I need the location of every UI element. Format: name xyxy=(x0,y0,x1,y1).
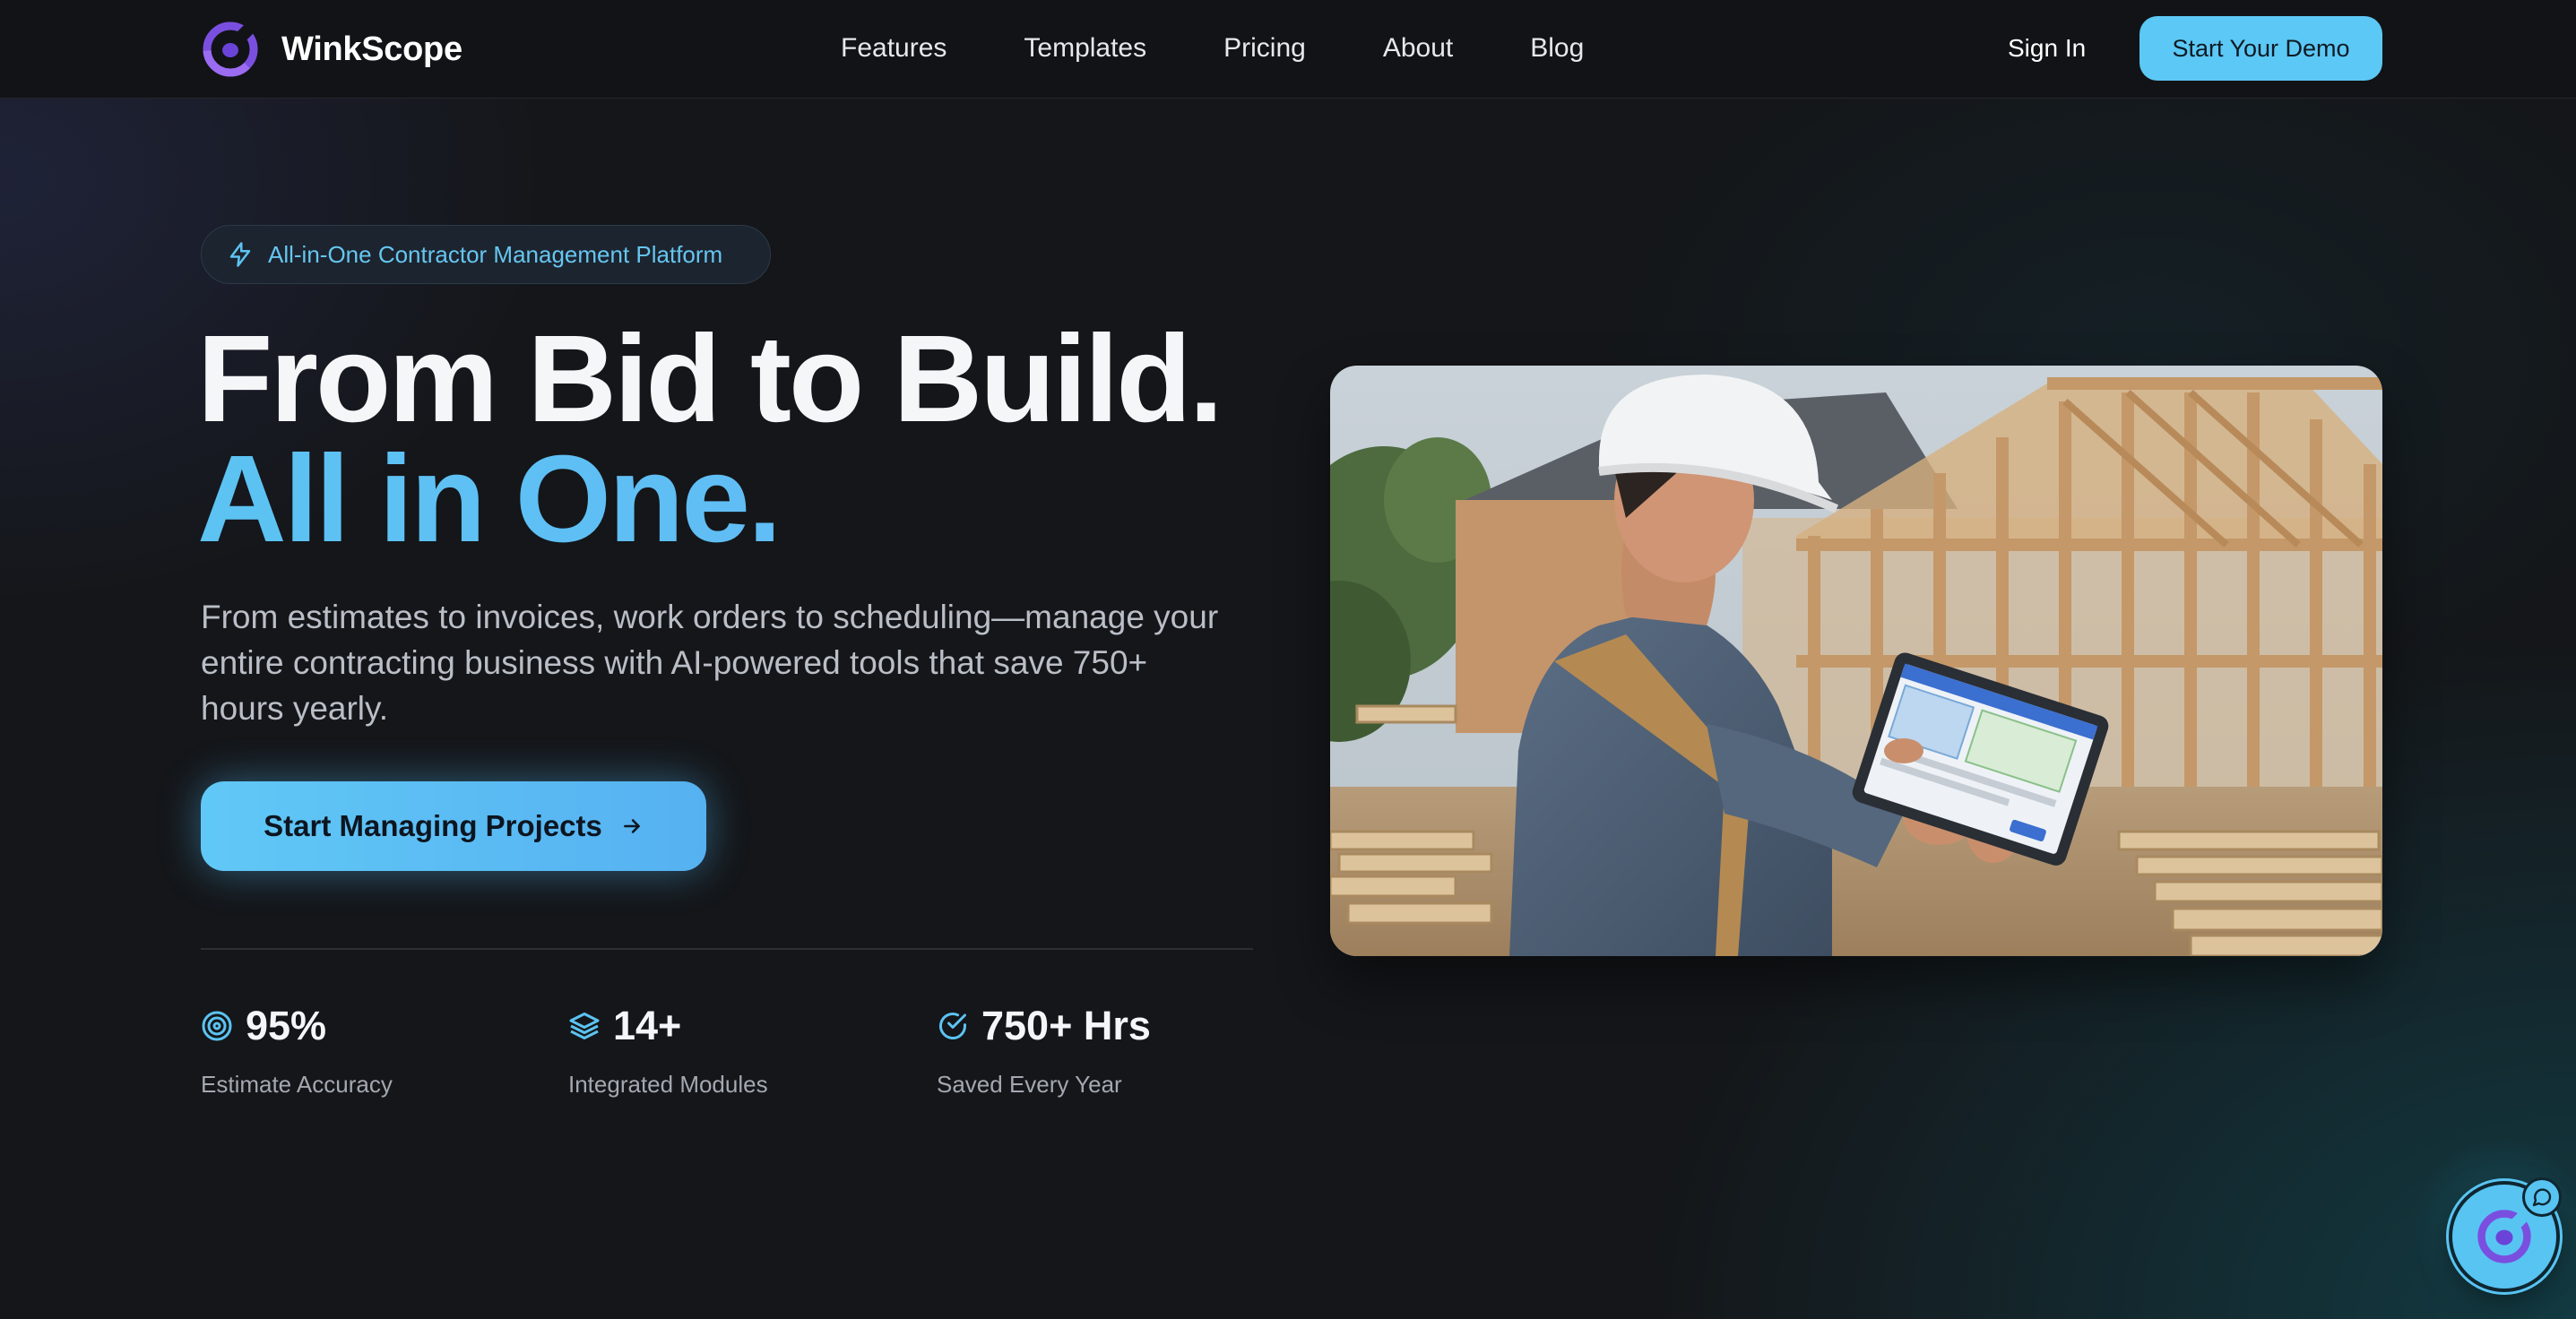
stats-divider xyxy=(201,948,1253,950)
stat-label: Estimate Accuracy xyxy=(201,1071,393,1098)
winkscope-chat-icon xyxy=(2477,1210,2531,1263)
stat-value: 95% xyxy=(246,1003,327,1048)
chat-message-badge[interactable] xyxy=(2522,1177,2562,1217)
top-navbar: WinkScope Features Templates Pricing Abo… xyxy=(0,0,2576,99)
platform-badge: All-in-One Contractor Management Platfor… xyxy=(201,225,771,284)
sign-in-button[interactable]: Sign In xyxy=(2008,30,2086,66)
hero-subheading: From estimates to invoices, work orders … xyxy=(201,599,1219,727)
start-demo-button[interactable]: Start Your Demo xyxy=(2139,16,2382,81)
lightning-icon xyxy=(229,242,251,267)
nav-link-about[interactable]: About xyxy=(1383,27,1453,70)
hero-headline: From Bid to Build. All in One. xyxy=(197,310,1223,561)
hero-headline-line1: From Bid to Build. xyxy=(197,310,1223,448)
nav-link-blog[interactable]: Blog xyxy=(1530,27,1584,70)
check-circle-icon xyxy=(939,1013,966,1039)
nav-link-templates[interactable]: Templates xyxy=(1024,27,1146,70)
stat-label: Integrated Modules xyxy=(568,1071,768,1098)
stat-estimate-accuracy: 95% Estimate Accuracy xyxy=(201,999,393,1099)
nav-link-features[interactable]: Features xyxy=(841,27,947,70)
target-icon xyxy=(202,1011,232,1041)
brand[interactable]: WinkScope xyxy=(201,18,462,81)
message-icon xyxy=(2532,1188,2552,1207)
arrow-right-icon xyxy=(623,819,640,833)
brand-name: WinkScope xyxy=(281,30,462,68)
start-managing-projects-button[interactable]: Start Managing Projects xyxy=(201,781,706,871)
nav-link-pricing[interactable]: Pricing xyxy=(1223,27,1306,70)
contractor-photo xyxy=(1330,366,2382,956)
stat-integrated-modules: 14+ Integrated Modules xyxy=(568,999,768,1099)
layers-icon xyxy=(569,1013,600,1039)
stat-value: 750+ Hrs xyxy=(981,1003,1151,1048)
platform-badge-text: All-in-One Contractor Management Platfor… xyxy=(268,240,723,268)
main-nav: Features Templates Pricing About Blog xyxy=(841,27,1584,70)
cta-label: Start Managing Projects xyxy=(264,809,602,842)
hero-headline-line2: All in One. xyxy=(197,437,1221,561)
stat-label: Saved Every Year xyxy=(937,1071,1122,1098)
stat-hours-saved: 750+ Hrs Saved Every Year xyxy=(937,999,1151,1099)
winkscope-logo-icon xyxy=(203,22,258,77)
stat-value: 14+ xyxy=(613,1003,682,1048)
hero-image xyxy=(1330,366,2382,956)
